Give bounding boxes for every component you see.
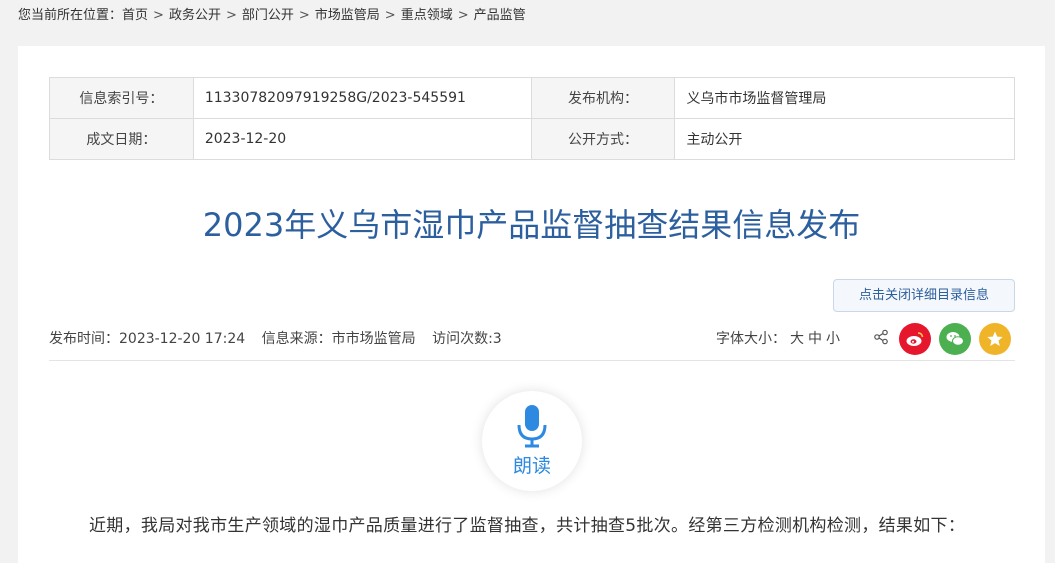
visit-count: 访问次数:3	[432, 331, 502, 347]
publisher-value: 义乌市市场监督管理局	[674, 77, 1015, 119]
breadcrumb-dept-link[interactable]: 部门公开	[242, 8, 294, 23]
share-icon[interactable]	[873, 329, 889, 345]
metadata-table: 信息索引号： 11330782097919258G/2023-545591 发布…	[49, 77, 1015, 160]
index-number-label: 信息索引号：	[49, 77, 194, 119]
font-size-control: 字体大小：大中小	[716, 328, 840, 348]
breadcrumb-key-areas-link[interactable]: 重点领域	[401, 8, 453, 23]
disclosure-mode-label: 公开方式：	[530, 118, 676, 160]
font-size-medium[interactable]: 中	[808, 331, 822, 347]
breadcrumb-product-supervision-link[interactable]: 产品监管	[474, 8, 526, 23]
favorite-star-icon[interactable]	[979, 323, 1011, 355]
breadcrumb-market-bureau-link[interactable]: 市场监管局	[315, 8, 380, 23]
wechat-share-icon[interactable]	[939, 323, 971, 355]
font-size-small[interactable]: 小	[826, 331, 840, 347]
breadcrumb: 您当前所在位置：首页 > 政务公开 > 部门公开 > 市场监管局 > 重点领域 > 产品监管	[18, 8, 526, 23]
breadcrumb-home-link[interactable]: 首页	[122, 8, 148, 23]
article-title: 2023年义乌市湿巾产品监督抽查结果信息发布	[202, 206, 861, 244]
disclosure-mode-value: 主动公开	[674, 118, 1015, 160]
written-date-value: 2023-12-20	[192, 118, 532, 160]
index-number-value: 11330782097919258G/2023-545591	[192, 77, 532, 119]
article-info: 发布时间：2023-12-20 17:24 信息来源：市市场监管局 访问次数:3	[49, 328, 514, 348]
breadcrumb-gov-affairs-link[interactable]: 政务公开	[169, 8, 221, 23]
info-source: 信息来源：市市场监管局	[261, 331, 416, 347]
microphone-icon	[517, 405, 547, 448]
font-size-label: 字体大小：	[716, 331, 786, 347]
toggle-directory-button[interactable]: 点击关闭详细目录信息	[833, 279, 1015, 312]
publish-time: 发布时间：2023-12-20 17:24	[49, 331, 246, 347]
written-date-label: 成文日期：	[49, 118, 194, 160]
info-divider	[49, 360, 1015, 361]
font-size-large[interactable]: 大	[790, 331, 804, 347]
weibo-share-icon[interactable]	[899, 323, 931, 355]
article-paragraph: 近期，我局对我市生产领域的湿巾产品质量进行了监督抽查，共计抽查5批次。经第三方检…	[89, 516, 966, 536]
read-aloud-label: 朗读	[512, 455, 551, 477]
publisher-label: 发布机构：	[530, 77, 676, 119]
article-card: 信息索引号： 11330782097919258G/2023-545591 发布…	[18, 46, 1045, 563]
read-aloud-button[interactable]: 朗读	[482, 391, 582, 491]
breadcrumb-lead: 您当前所在位置：	[18, 8, 123, 23]
